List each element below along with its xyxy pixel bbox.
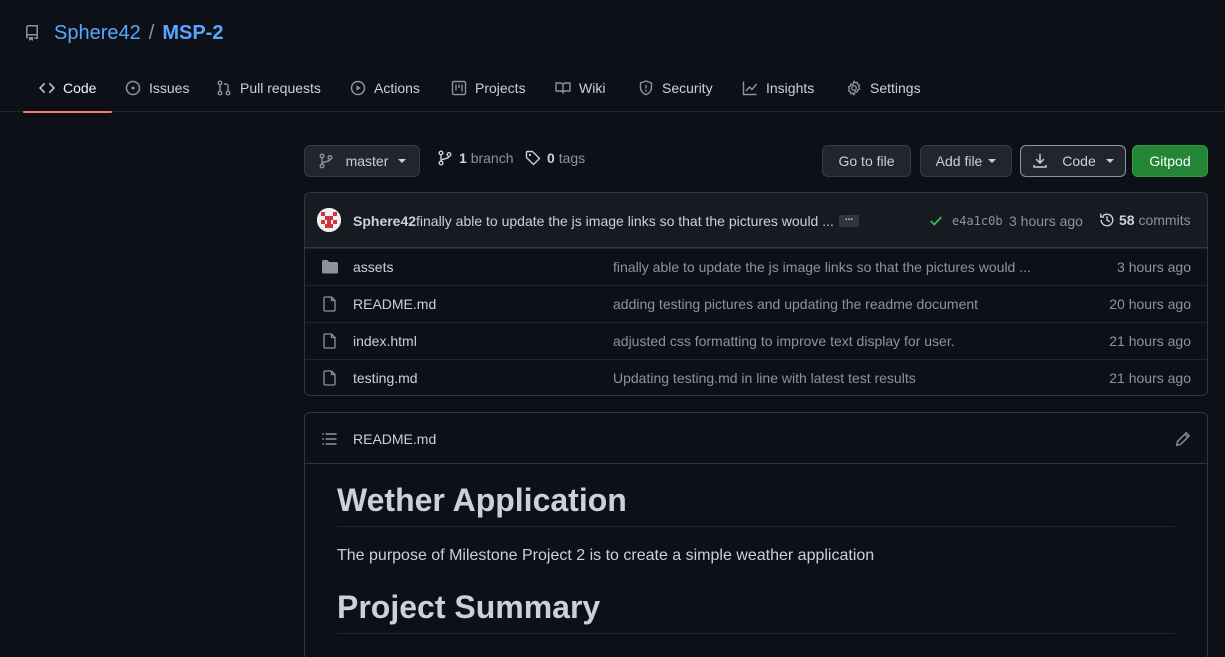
add-file-label: Add file	[935, 153, 983, 169]
tab-security-label: Security	[662, 80, 713, 96]
file-icon	[321, 333, 339, 349]
file-commit-message[interactable]: adjusted css formatting to improve text …	[613, 333, 955, 349]
file-commit-message[interactable]: finally able to update the js image link…	[613, 259, 1031, 275]
branches-link[interactable]: 1 branch	[437, 150, 514, 166]
issue-icon	[125, 80, 141, 96]
git-branch-icon	[318, 153, 334, 169]
file-commit-time: 20 hours ago	[1109, 296, 1191, 312]
gitpod-button[interactable]: Gitpod	[1132, 145, 1208, 177]
readme-filename[interactable]: README.md	[353, 431, 436, 447]
commit-author-link[interactable]: Sphere42	[353, 213, 416, 229]
tab-insights-label: Insights	[766, 80, 815, 96]
tags-link[interactable]: 0 tags	[525, 150, 585, 166]
file-commit-time: 21 hours ago	[1109, 370, 1191, 386]
tags-count-label: tags	[558, 150, 586, 166]
commit-message-link[interactable]: finally able to update the js image link…	[416, 213, 834, 229]
readme-heading-1: Wether Application	[337, 482, 1175, 527]
file-commit-message[interactable]: adding testing pictures and updating the…	[613, 296, 978, 312]
go-to-file-button[interactable]: Go to file	[822, 145, 911, 177]
code-dropdown-button[interactable]: Code	[1020, 145, 1126, 177]
tags-count: 0	[547, 150, 555, 166]
tab-actions[interactable]: Actions	[350, 64, 420, 112]
file-browser: Sphere42 finally able to update the js i…	[304, 192, 1208, 396]
book-icon	[555, 80, 571, 96]
tab-settings-label: Settings	[870, 80, 921, 96]
chevron-down-icon	[1105, 159, 1114, 163]
latest-commit-bar: Sphere42 finally able to update the js i…	[305, 193, 1207, 248]
readme-paragraph: The purpose of Milestone Project 2 is to…	[337, 547, 875, 564]
file-name[interactable]: index.html	[353, 333, 417, 349]
repo-separator: /	[148, 21, 155, 44]
repo-icon	[24, 25, 40, 41]
repo-name-link[interactable]: MSP-2	[162, 22, 223, 45]
download-icon	[1032, 153, 1048, 169]
tab-insights[interactable]: Insights	[742, 64, 814, 112]
history-icon	[1099, 212, 1115, 228]
branch-name: master	[345, 153, 389, 169]
code-button-label: Code	[1062, 153, 1096, 169]
tab-projects-label: Projects	[475, 80, 526, 96]
file-name[interactable]: README.md	[353, 296, 436, 312]
graph-icon	[742, 80, 758, 96]
expand-commit-button[interactable]: ...	[839, 213, 859, 227]
tab-pull-requests-label: Pull requests	[240, 80, 321, 96]
tab-pull-requests[interactable]: Pull requests	[216, 64, 321, 112]
tab-projects[interactable]: Projects	[451, 64, 526, 112]
tab-issues[interactable]: Issues	[125, 64, 189, 112]
file-row-assets[interactable]: assets finally able to update the js ima…	[305, 248, 1207, 285]
gear-icon	[846, 80, 862, 96]
tab-wiki-label: Wiki	[579, 80, 606, 96]
branch-select-button[interactable]: master	[304, 145, 420, 177]
tab-issues-label: Issues	[149, 80, 190, 96]
branch-count-label: branch	[470, 150, 514, 166]
file-icon	[321, 296, 339, 312]
branch-count: 1	[459, 150, 467, 166]
check-icon[interactable]	[929, 214, 943, 228]
pencil-icon[interactable]	[1175, 431, 1191, 447]
list-icon[interactable]	[321, 431, 337, 447]
file-row-readme[interactable]: README.md adding testing pictures and up…	[305, 285, 1207, 322]
repo-owner-link[interactable]: Sphere42	[54, 22, 141, 45]
file-commit-time: 21 hours ago	[1109, 333, 1191, 349]
tab-settings[interactable]: Settings	[846, 64, 921, 112]
code-icon	[39, 80, 55, 96]
file-row-testing[interactable]: testing.md Updating testing.md in line w…	[305, 359, 1207, 395]
commits-history-link[interactable]: 58 commits	[1099, 212, 1191, 228]
repo-nav-tabs: Code Issues Pull requests Actions Projec…	[0, 64, 1225, 113]
commit-time: 3 hours ago	[1009, 213, 1083, 229]
readme-heading-2: Project Summary	[337, 589, 1175, 634]
pull-request-icon	[216, 80, 232, 96]
tab-actions-label: Actions	[374, 80, 420, 96]
avatar[interactable]	[317, 208, 341, 232]
readme-header: README.md	[305, 413, 1207, 464]
commit-sha-link[interactable]: e4a1c0b	[952, 214, 1003, 228]
git-branch-icon	[437, 150, 453, 166]
commit-count: 58	[1119, 212, 1135, 228]
file-row-index[interactable]: index.html adjusted css formatting to im…	[305, 322, 1207, 359]
file-name[interactable]: assets	[353, 259, 393, 275]
tab-code[interactable]: Code	[22, 64, 114, 113]
shield-icon	[638, 80, 654, 96]
tab-wiki[interactable]: Wiki	[555, 64, 605, 112]
tab-code-label: Code	[63, 80, 97, 96]
tag-icon	[525, 150, 541, 166]
play-icon	[350, 80, 366, 96]
file-icon	[321, 370, 339, 386]
readme-panel: README.md Wether Application The purpose…	[304, 412, 1208, 657]
file-commit-message[interactable]: Updating testing.md in line with latest …	[613, 370, 916, 386]
file-name[interactable]: testing.md	[353, 370, 418, 386]
project-icon	[451, 80, 467, 96]
chevron-down-icon	[398, 159, 407, 163]
tab-security[interactable]: Security	[638, 64, 713, 112]
readme-content: Wether Application The purpose of Milest…	[305, 464, 1207, 634]
commit-count-label: commits	[1138, 212, 1191, 228]
folder-icon	[321, 259, 339, 275]
chevron-down-icon	[988, 159, 997, 163]
repo-header: Sphere42 / MSP-2	[24, 20, 223, 46]
file-commit-time: 3 hours ago	[1117, 259, 1191, 275]
add-file-button[interactable]: Add file	[920, 145, 1012, 177]
